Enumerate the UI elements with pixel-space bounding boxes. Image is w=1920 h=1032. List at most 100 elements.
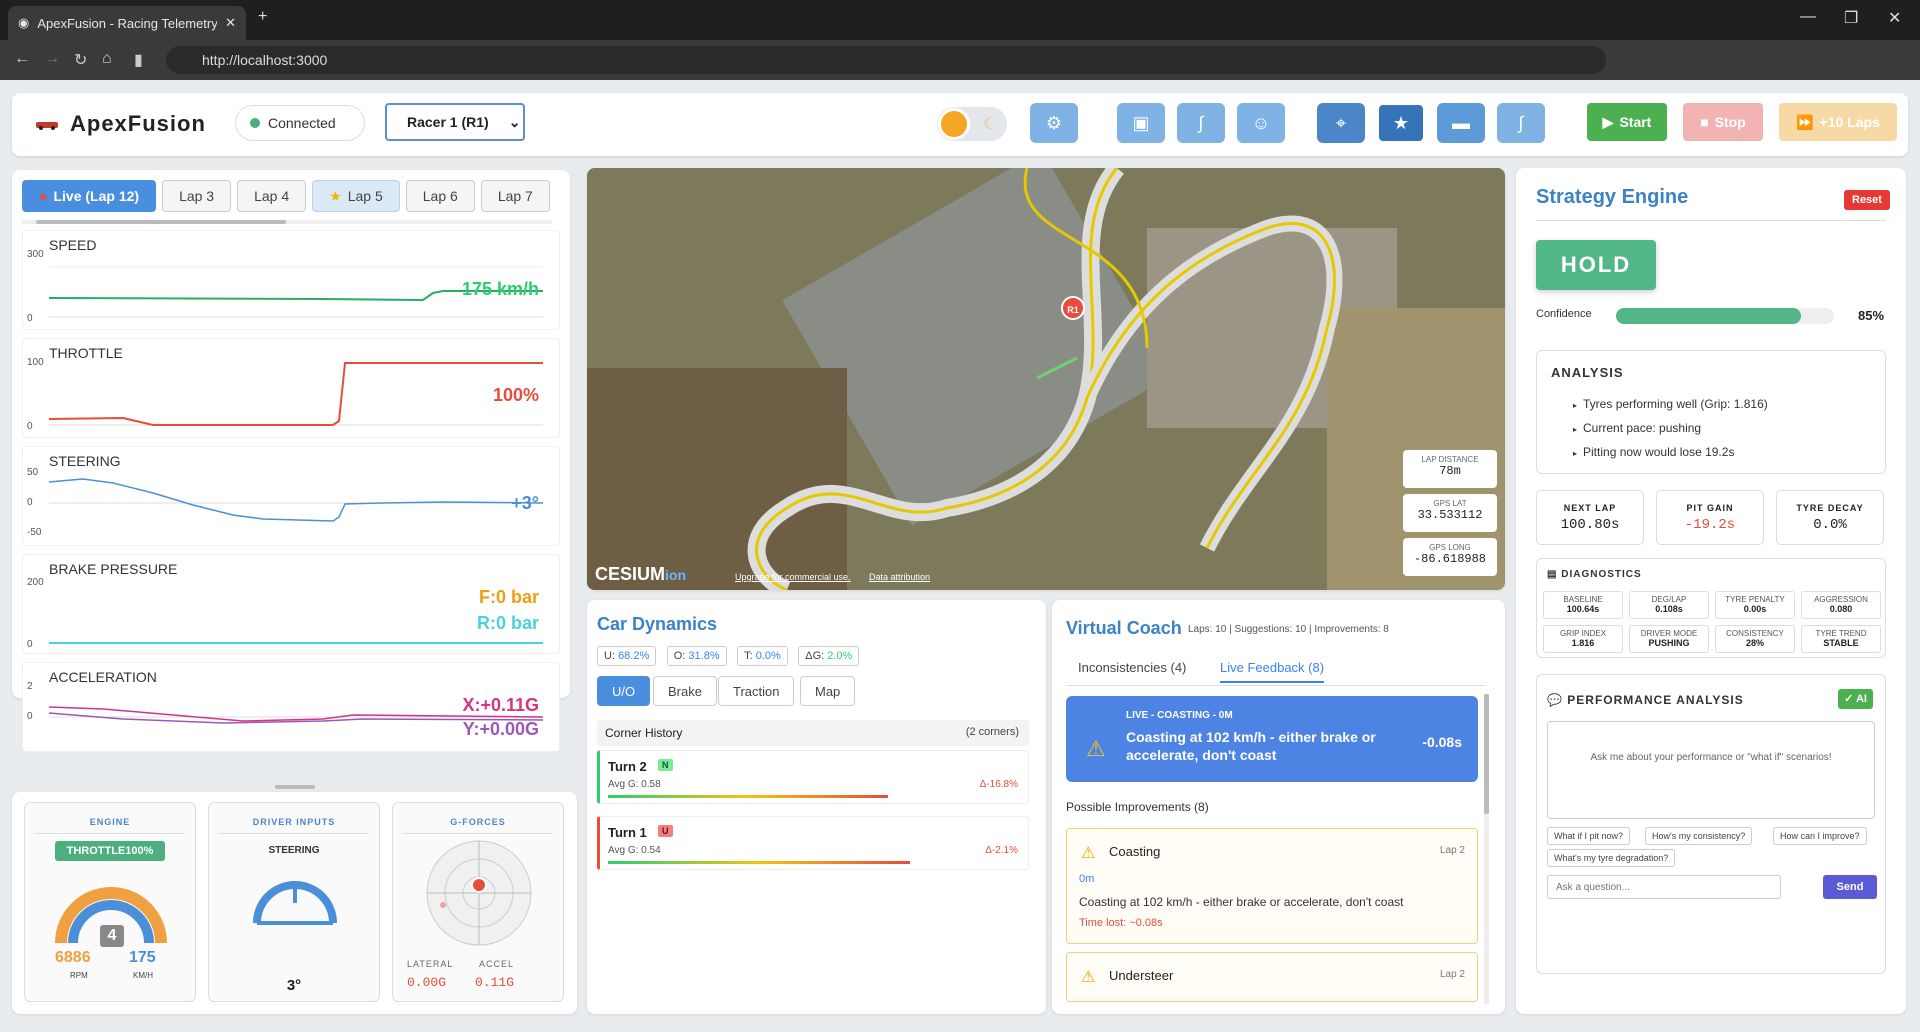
scroll-thumb[interactable]	[36, 220, 286, 224]
gauge-title: G-FORCES	[450, 817, 506, 827]
tab-brake[interactable]: Brake	[653, 676, 717, 706]
diag-cell: GRIP INDEX 1.816	[1543, 625, 1623, 653]
tab-lap-3[interactable]: Lap 3	[162, 180, 232, 212]
reset-button[interactable]: Reset	[1844, 190, 1890, 210]
tab-lap-6[interactable]: Lap 6	[405, 180, 475, 212]
diag-cell: BASELINE 100.64s	[1543, 591, 1623, 619]
settings-button[interactable]: ⚙	[1030, 103, 1078, 143]
tab-map[interactable]: Map	[800, 676, 856, 706]
camera-button[interactable]: ▣	[1117, 103, 1165, 143]
diag-key: AGGRESSION	[1814, 595, 1868, 604]
forward-icon[interactable]: →	[44, 50, 60, 68]
corner-item[interactable]: Turn 1 U Avg G: 0.54 Δ-2.1%	[597, 816, 1029, 870]
suggestion-button[interactable]: What's my tyre degradation?	[1547, 849, 1676, 867]
tab-live-feedback[interactable]: Live Feedback (8)	[1220, 660, 1325, 683]
chip-value: 0.0%	[755, 650, 781, 662]
minimize-icon[interactable]: —	[1800, 8, 1816, 26]
tab-inconsistencies[interactable]: Inconsistencies (4)	[1078, 660, 1186, 675]
chip-value: 68.2%	[618, 650, 650, 662]
accel-y-value: Y:+0.00G	[462, 719, 539, 739]
coach-meta: Laps: 10 | Suggestions: 10 | Improvement…	[1188, 624, 1389, 635]
card-label: TYRE DECAY	[1796, 503, 1864, 513]
coach-scrollbar[interactable]	[1484, 694, 1489, 1004]
throttle-plot	[48, 362, 543, 426]
car-logo-icon	[36, 122, 58, 130]
improvement-item[interactable]: ⚠ Coasting Lap 2 0m Coasting at 102 km/h…	[1066, 828, 1478, 944]
car-marker-r1[interactable]: R1	[1061, 296, 1085, 320]
tab-uo[interactable]: U/O	[597, 676, 651, 706]
tab-lap-7[interactable]: Lap 7	[480, 180, 550, 212]
maximize-icon[interactable]: ❐	[1844, 8, 1858, 28]
steering-plot	[48, 478, 544, 522]
live-feedback-card: ⚠ LIVE - COASTING - 0M Coasting at 102 k…	[1066, 696, 1478, 782]
resize-handle[interactable]	[275, 785, 315, 789]
reload-icon[interactable]: ↻	[74, 50, 87, 70]
confidence-value: 85%	[1858, 308, 1885, 323]
theme-toggle[interactable]: ☾	[937, 107, 1007, 141]
suggestion-button[interactable]: What if I pit now?	[1547, 827, 1631, 845]
diag-value: 100.64s	[1566, 604, 1600, 614]
car-button[interactable]: ▬	[1437, 103, 1485, 143]
gforce-circle	[426, 840, 532, 946]
home-icon[interactable]: ⌂	[102, 50, 112, 68]
attribution-link[interactable]: Data attribution	[869, 572, 930, 582]
gauges-panel: ENGINE THROTTLE100% 4 6886 175 RPM KM/H …	[12, 792, 577, 1014]
panel-title: Virtual Coach	[1066, 618, 1182, 638]
tab-lap-5[interactable]: ★ Lap 5	[312, 180, 400, 212]
corner-avg-g: Avg G: 0.58	[608, 779, 661, 790]
corner-name: Turn 2	[608, 759, 647, 774]
divider	[219, 833, 369, 834]
scroll-thumb[interactable]	[1484, 694, 1489, 814]
item-title: Coasting	[1109, 844, 1161, 859]
start-button[interactable]: ▶ Start	[1587, 103, 1667, 141]
tab-label: Lap 5	[347, 188, 383, 204]
location-button[interactable]: ⌖	[1317, 103, 1365, 143]
lap-tabs-scrollbar[interactable]	[22, 220, 552, 224]
app-header: ApexFusion Connected Racer 1 (R1) ⌄ ☾ ⚙ ▣…	[12, 93, 1908, 156]
suggestion-button[interactable]: How can I improve?	[1773, 827, 1867, 845]
fast-forward-icon: ⏩	[1796, 113, 1814, 130]
card-value: 100.80s	[1560, 517, 1620, 533]
corner-item[interactable]: Turn 2 N Avg G: 0.58 Δ-16.8%	[597, 750, 1029, 804]
bookmark-icon[interactable]: ▮	[134, 50, 143, 70]
racer-select[interactable]: Racer 1 (R1) ⌄	[385, 103, 525, 141]
chart-icon: ▤	[1547, 569, 1562, 580]
favorite-button[interactable]: ★	[1377, 103, 1425, 143]
confidence-fill	[1616, 308, 1802, 324]
diag-key: GRIP INDEX	[1559, 629, 1607, 638]
browser-tab[interactable]: ◉ ApexFusion - Racing Telemetry P ✕	[8, 6, 246, 40]
close-tab-icon[interactable]: ✕	[225, 15, 236, 31]
improvement-item[interactable]: ⚠ Understeer Lap 2	[1066, 952, 1478, 1002]
lap-distance-label: LAP DISTANCE	[1421, 455, 1479, 464]
chip-value: 31.8%	[688, 650, 720, 662]
chip-key: U:	[604, 650, 615, 662]
panel-title: Car Dynamics	[597, 614, 718, 634]
start-label: Start	[1619, 114, 1652, 130]
gear-indicator: 4	[100, 925, 124, 947]
close-window-icon[interactable]: ✕	[1888, 8, 1901, 28]
back-icon[interactable]: ←	[14, 50, 30, 68]
tab-label: Brake	[668, 683, 702, 699]
upgrade-link[interactable]: Upgrade for commercial use.	[735, 572, 851, 582]
card-value: 0.0%	[1813, 517, 1847, 533]
warning-icon: ⚠	[1081, 845, 1096, 862]
send-button[interactable]: Send	[1823, 875, 1877, 899]
divider	[1066, 685, 1486, 686]
divider	[403, 833, 553, 834]
brake-rear-value: R:0 bar	[476, 613, 539, 633]
address-bar[interactable]: http://localhost:3000	[166, 46, 1606, 74]
tab-live-lap[interactable]: ● Live (Lap 12)	[22, 180, 157, 212]
track-button[interactable]: ∫	[1177, 103, 1225, 143]
stop-button[interactable]: ■ Stop	[1683, 103, 1763, 141]
plus-laps-button[interactable]: ⏩ +10 Laps	[1779, 103, 1897, 141]
tab-traction[interactable]: Traction	[718, 676, 795, 706]
star-icon: ★	[1392, 112, 1410, 133]
diag-cell: CONSISTENCY 28%	[1715, 625, 1795, 653]
driver-button[interactable]: ☺	[1237, 103, 1285, 143]
new-tab-icon[interactable]: +	[258, 8, 267, 26]
tab-lap-4[interactable]: Lap 4	[237, 180, 307, 212]
track-map[interactable]: R1 CESIUMion Upgrade for commercial use.…	[587, 168, 1505, 590]
question-input[interactable]	[1547, 875, 1781, 899]
route-button[interactable]: ∫	[1497, 103, 1545, 143]
suggestion-button[interactable]: How's my consistency?	[1645, 827, 1753, 845]
